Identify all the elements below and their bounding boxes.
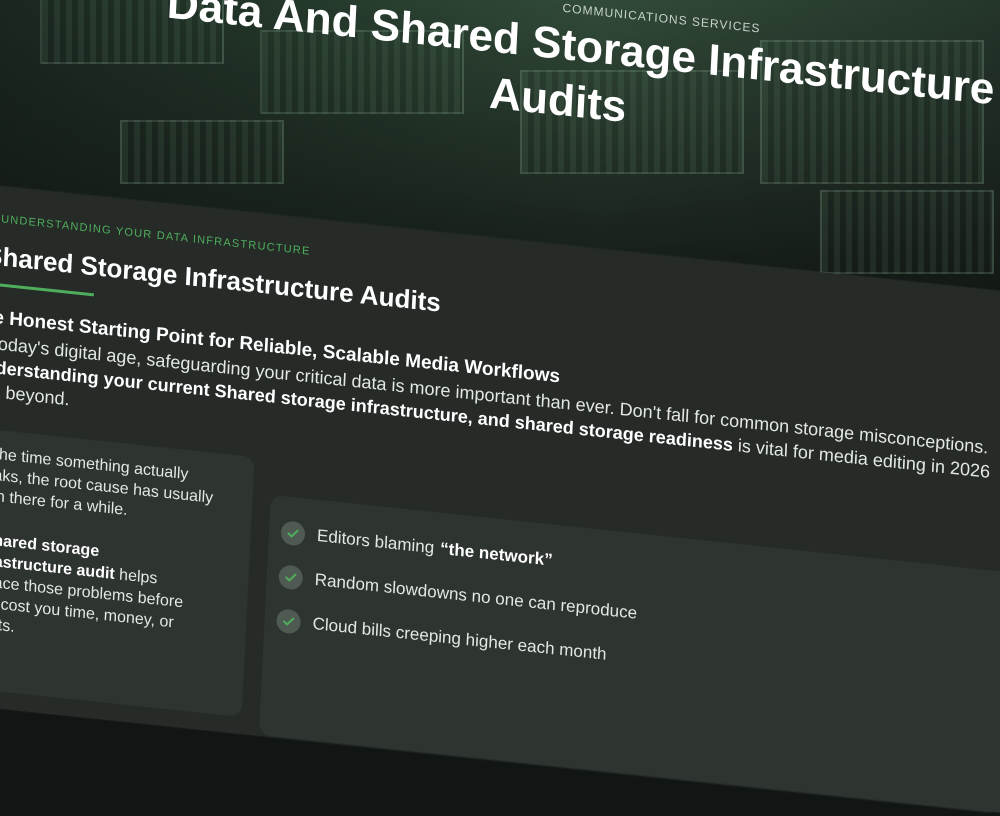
list-item-text: Editors blaming xyxy=(317,526,435,558)
check-circle-icon xyxy=(278,564,303,591)
list-item-bold: “the network” xyxy=(440,539,553,571)
check-circle-icon xyxy=(280,520,305,547)
page-content: Communications Services Data And Shared … xyxy=(0,0,1000,755)
check-circle-icon xyxy=(276,608,301,635)
